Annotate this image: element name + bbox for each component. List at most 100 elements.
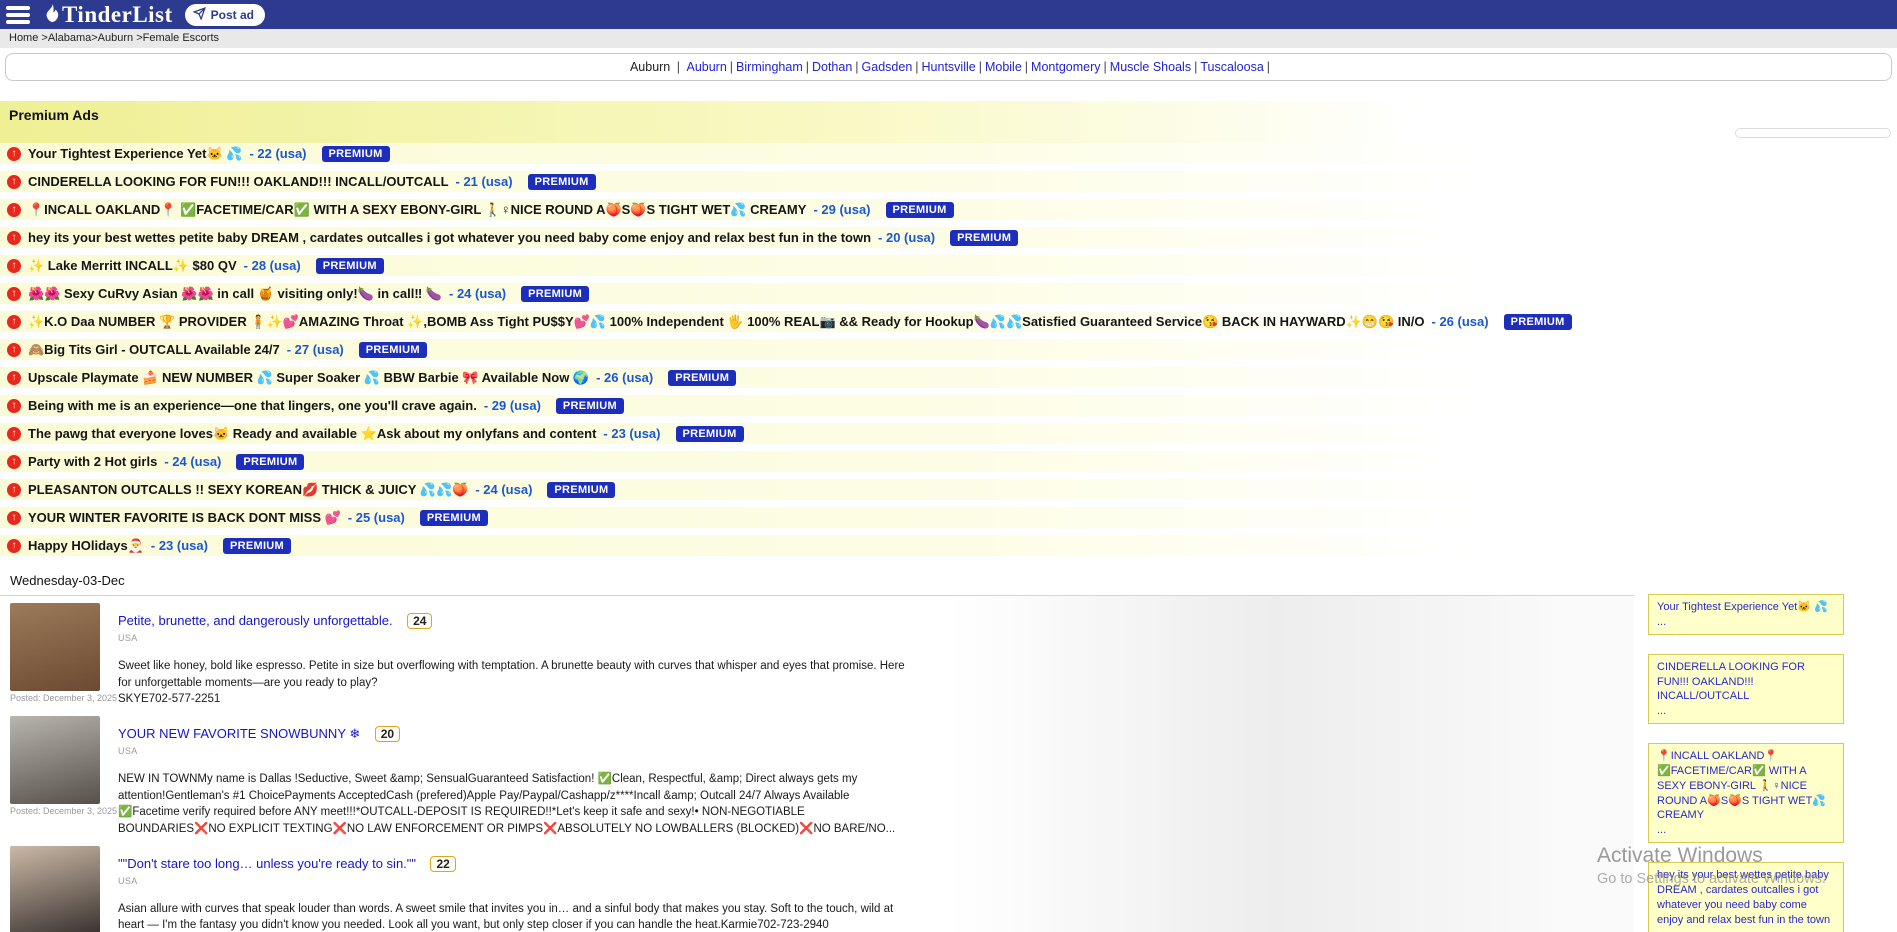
premium-ad-row[interactable]: ↑ Happy HOlidays🎅 - 23 (usa) PREMIUM bbox=[0, 535, 1897, 556]
premium-ad-row[interactable]: ↑ PLEASANTON OUTCALLS !! SEXY KOREAN💋 TH… bbox=[0, 479, 1897, 500]
premium-ad-title[interactable]: ✨K.O Daa NUMBER 🏆 PROVIDER 🧍✨💕AMAZING Th… bbox=[28, 314, 1425, 330]
premium-ad-row[interactable]: ↑ Upscale Playmate 🍰 NEW NUMBER 💦 Super … bbox=[0, 367, 1897, 388]
sidebar-ad-box[interactable]: hey its your best wettes petite baby DRE… bbox=[1648, 862, 1844, 932]
premium-ad-title[interactable]: Happy HOlidays🎅 bbox=[28, 538, 144, 554]
premium-badge[interactable]: PREMIUM bbox=[556, 398, 624, 414]
premium-ad-row[interactable]: ↑ The pawg that everyone loves🐱 Ready an… bbox=[0, 423, 1897, 444]
premium-ad-row[interactable]: ↑ CINDERELLA LOOKING FOR FUN!!! OAKLAND!… bbox=[0, 171, 1897, 192]
premium-ad-age-country: - 24 (usa) bbox=[475, 482, 532, 497]
site-logo[interactable]: TinderList bbox=[42, 2, 173, 28]
sidebar-ad-title[interactable]: 📍INCALL OAKLAND📍 ✅FACETIME/CAR✅ WITH A S… bbox=[1657, 750, 1826, 821]
listing-title-link[interactable]: Petite, brunette, and dangerously unforg… bbox=[118, 613, 393, 628]
listing-thumbnail[interactable] bbox=[10, 716, 100, 804]
premium-ad-title[interactable]: Upscale Playmate 🍰 NEW NUMBER 💦 Super So… bbox=[28, 370, 589, 386]
premium-ad-title[interactable]: 🌺🌺 Sexy CuRvy Asian 🌺🌺 in call 🍯 visitin… bbox=[28, 286, 442, 302]
premium-ad-age-country: - 21 (usa) bbox=[456, 174, 513, 189]
sidebar-ad-box[interactable]: CINDERELLA LOOKING FOR FUN!!! OAKLAND!!!… bbox=[1648, 654, 1844, 724]
sidebar-ad-ellipsis: ... bbox=[1657, 928, 1835, 932]
listing-posted-date: Posted: December 3, 2025 bbox=[10, 806, 102, 816]
arrow-up-circle-icon: ↑ bbox=[7, 287, 21, 301]
city-link[interactable]: Auburn bbox=[686, 60, 726, 74]
listing-row: Posted: December 3, 2025 ""Don't stare t… bbox=[0, 839, 1634, 932]
listing-country: USA bbox=[118, 876, 908, 886]
premium-ad-title[interactable]: The pawg that everyone loves🐱 Ready and … bbox=[28, 426, 596, 442]
date-header: Wednesday-03-Dec bbox=[0, 563, 1634, 596]
arrow-up-circle-icon: ↑ bbox=[7, 231, 21, 245]
sidebar-ad-box[interactable]: Your Tightest Experience Yet🐱 💦 ... bbox=[1648, 594, 1844, 635]
listing-description: Asian allure with curves that speak loud… bbox=[118, 901, 908, 932]
listing-row: Posted: December 3, 2025 Petite, brunett… bbox=[0, 596, 1634, 709]
premium-ad-title[interactable]: hey its your best wettes petite baby DRE… bbox=[28, 230, 871, 245]
arrow-up-circle-icon: ↑ bbox=[7, 175, 21, 189]
premium-badge[interactable]: PREMIUM bbox=[223, 538, 291, 554]
premium-ad-title[interactable]: YOUR WINTER FAVORITE IS BACK DONT MISS 💕 bbox=[28, 510, 341, 526]
premium-ad-row[interactable]: ↑ Party with 2 Hot girls - 24 (usa) PREM… bbox=[0, 451, 1897, 472]
premium-badge[interactable]: PREMIUM bbox=[236, 454, 304, 470]
city-link[interactable]: Dothan bbox=[812, 60, 852, 74]
sidebar-ad-title[interactable]: hey its your best wettes petite baby DRE… bbox=[1657, 869, 1830, 926]
premium-ad-row[interactable]: ↑ Your Tightest Experience Yet🐱 💦 - 22 (… bbox=[0, 143, 1897, 164]
premium-ad-row[interactable]: ↑ ✨ Lake Merritt INCALL✨ $80 QV - 28 (us… bbox=[0, 255, 1897, 276]
premium-ad-title[interactable]: PLEASANTON OUTCALLS !! SEXY KOREAN💋 THIC… bbox=[28, 482, 468, 498]
premium-badge[interactable]: PREMIUM bbox=[528, 174, 596, 190]
premium-badge[interactable]: PREMIUM bbox=[521, 286, 589, 302]
premium-badge[interactable]: PREMIUM bbox=[420, 510, 488, 526]
premium-ads-list: ↑ Your Tightest Experience Yet🐱 💦 - 22 (… bbox=[0, 143, 1897, 556]
premium-ad-age-country: - 23 (usa) bbox=[603, 426, 660, 441]
arrow-up-circle-icon: ↑ bbox=[7, 203, 21, 217]
ad-placeholder-box bbox=[1735, 128, 1891, 138]
hamburger-menu-icon[interactable] bbox=[6, 6, 30, 24]
premium-ad-title[interactable]: Party with 2 Hot girls bbox=[28, 454, 157, 469]
city-link[interactable]: Gadsden bbox=[862, 60, 913, 74]
premium-badge[interactable]: PREMIUM bbox=[547, 482, 615, 498]
premium-ad-age-country: - 26 (usa) bbox=[1432, 314, 1489, 329]
premium-ad-row[interactable]: ↑ YOUR WINTER FAVORITE IS BACK DONT MISS… bbox=[0, 507, 1897, 528]
sidebar-ad-title[interactable]: CINDERELLA LOOKING FOR FUN!!! OAKLAND!!!… bbox=[1657, 661, 1805, 703]
premium-badge[interactable]: PREMIUM bbox=[1504, 314, 1572, 330]
city-link[interactable]: Montgomery bbox=[1031, 60, 1100, 74]
sidebar-ad-box[interactable]: 📍INCALL OAKLAND📍 ✅FACETIME/CAR✅ WITH A S… bbox=[1648, 743, 1844, 843]
breadcrumb[interactable]: Home >Alabama>Auburn >Female Escorts bbox=[0, 29, 1897, 48]
listing-country: USA bbox=[118, 633, 908, 643]
city-link[interactable]: Mobile bbox=[985, 60, 1022, 74]
city-link[interactable]: Tuscaloosa bbox=[1200, 60, 1263, 74]
premium-ad-title[interactable]: Being with me is an experience—one that … bbox=[28, 398, 477, 413]
post-ad-button[interactable]: Post ad bbox=[185, 4, 265, 26]
premium-badge[interactable]: PREMIUM bbox=[886, 202, 954, 218]
top-navigation-bar: TinderList Post ad bbox=[0, 0, 1897, 29]
premium-ad-row[interactable]: ↑ 🌺🌺 Sexy CuRvy Asian 🌺🌺 in call 🍯 visit… bbox=[0, 283, 1897, 304]
premium-badge[interactable]: PREMIUM bbox=[950, 230, 1018, 246]
premium-badge[interactable]: PREMIUM bbox=[668, 370, 736, 386]
listing-thumbnail[interactable] bbox=[10, 846, 100, 932]
listings-list: Posted: December 3, 2025 Petite, brunett… bbox=[0, 596, 1634, 932]
listing-title-link[interactable]: YOUR NEW FAVORITE SNOWBUNNY ❄ bbox=[118, 726, 360, 742]
listings-section: Wednesday-03-Dec Posted: December 3, 202… bbox=[0, 563, 1897, 932]
premium-ad-age-country: - 25 (usa) bbox=[348, 510, 405, 525]
listing-thumbnail[interactable] bbox=[10, 603, 100, 691]
premium-ad-row[interactable]: ↑ hey its your best wettes petite baby D… bbox=[0, 227, 1897, 248]
premium-ad-age-country: - 23 (usa) bbox=[151, 538, 208, 553]
premium-ad-title[interactable]: ✨ Lake Merritt INCALL✨ $80 QV bbox=[28, 258, 237, 274]
listing-title-link[interactable]: ""Don't stare too long… unless you're re… bbox=[118, 856, 416, 871]
premium-ad-row[interactable]: ↑ 🙈Big Tits Girl - OUTCALL Available 24/… bbox=[0, 339, 1897, 360]
premium-badge[interactable]: PREMIUM bbox=[322, 146, 390, 162]
premium-badge[interactable]: PREMIUM bbox=[359, 342, 427, 358]
arrow-up-circle-icon: ↑ bbox=[7, 427, 21, 441]
city-link[interactable]: Muscle Shoals bbox=[1110, 60, 1191, 74]
city-navigation: Auburn | Auburn|Birmingham|Dothan|Gadsde… bbox=[5, 53, 1892, 81]
premium-ad-row[interactable]: ↑ 📍INCALL OAKLAND📍 ✅FACETIME/CAR✅ WITH A… bbox=[0, 199, 1897, 220]
premium-badge[interactable]: PREMIUM bbox=[316, 258, 384, 274]
city-link[interactable]: Birmingham bbox=[736, 60, 803, 74]
sidebar-ad-title[interactable]: Your Tightest Experience Yet🐱 💦 bbox=[1657, 601, 1828, 613]
sidebar-ad-ellipsis: ... bbox=[1657, 704, 1835, 719]
premium-ad-row[interactable]: ↑ ✨K.O Daa NUMBER 🏆 PROVIDER 🧍✨💕AMAZING … bbox=[0, 311, 1897, 332]
sidebar-ad-ellipsis: ... bbox=[1657, 615, 1835, 630]
premium-ad-title[interactable]: CINDERELLA LOOKING FOR FUN!!! OAKLAND!!!… bbox=[28, 174, 449, 189]
premium-ad-title[interactable]: Your Tightest Experience Yet🐱 💦 bbox=[28, 146, 242, 162]
premium-ad-title[interactable]: 📍INCALL OAKLAND📍 ✅FACETIME/CAR✅ WITH A S… bbox=[28, 202, 806, 218]
premium-badge[interactable]: PREMIUM bbox=[676, 426, 744, 442]
city-link[interactable]: Huntsville bbox=[922, 60, 976, 74]
arrow-up-circle-icon: ↑ bbox=[7, 399, 21, 413]
premium-ad-title[interactable]: 🙈Big Tits Girl - OUTCALL Available 24/7 bbox=[28, 342, 280, 358]
premium-ad-row[interactable]: ↑ Being with me is an experience—one tha… bbox=[0, 395, 1897, 416]
